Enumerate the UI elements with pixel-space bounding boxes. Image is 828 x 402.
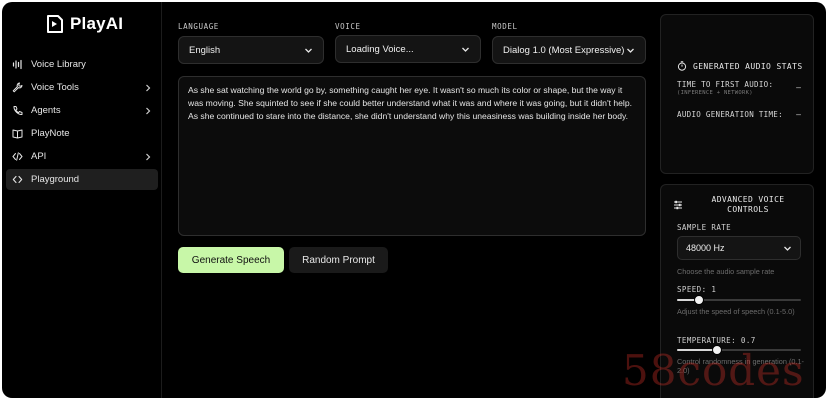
- sidebar-item-voice-library[interactable]: Voice Library: [6, 54, 158, 75]
- chevron-right-icon: [146, 107, 151, 114]
- model-select[interactable]: Dialog 1.0 (Most Expressive): [492, 36, 646, 64]
- temperature-help: Control randomness in generation (0.1-2.…: [677, 357, 804, 375]
- generation-time-value: —: [796, 110, 801, 119]
- language-label: LANGUAGE: [178, 22, 219, 31]
- advanced-controls-header: ADVANCED VOICE CONTROLS: [673, 195, 813, 215]
- playai-logo-icon: [47, 15, 63, 33]
- advanced-title-line2: CONTROLS: [727, 205, 769, 214]
- wrench-icon: [12, 82, 23, 93]
- temperature-slider[interactable]: [677, 344, 801, 356]
- advanced-title-line1: ADVANCED VOICE: [711, 195, 785, 204]
- app-window: PlayAI Voice Library Voice Tools Agents …: [2, 2, 826, 398]
- language-value: English: [189, 44, 221, 56]
- sample-rate-help: Choose the audio sample rate: [677, 267, 775, 276]
- sliders-icon: [674, 200, 682, 210]
- advanced-controls-title: ADVANCED VOICE CONTROLS: [683, 195, 813, 215]
- audio-stats-panel: GENERATED AUDIO STATS TIME TO FIRST AUDI…: [660, 14, 814, 174]
- sample-rate-label: SAMPLE RATE: [677, 223, 732, 232]
- model-label: MODEL: [492, 22, 518, 31]
- chevron-right-icon: [146, 153, 151, 160]
- stopwatch-icon: [677, 61, 687, 71]
- sidebar-item-label: Playground: [31, 174, 80, 185]
- sidebar-item-label: Agents: [31, 105, 61, 116]
- sample-rate-select[interactable]: 48000 Hz: [677, 236, 801, 260]
- prompt-textarea[interactable]: As she sat watching the world go by, som…: [178, 76, 646, 236]
- chevron-down-icon: [305, 48, 312, 53]
- sample-rate-value: 48000 Hz: [686, 243, 725, 253]
- sidebar-item-label: Voice Library: [31, 59, 86, 70]
- voice-select[interactable]: Loading Voice...: [335, 35, 481, 63]
- book-icon: [12, 128, 23, 139]
- sidebar-item-agents[interactable]: Agents: [6, 100, 158, 121]
- voice-value: Loading Voice...: [346, 43, 414, 55]
- sidebar-nav: Voice Library Voice Tools Agents PlayNot…: [6, 54, 158, 192]
- chevron-down-icon: [462, 47, 469, 52]
- chevron-right-icon: [146, 84, 151, 91]
- generation-time-label: AUDIO GENERATION TIME:: [677, 110, 783, 119]
- speed-help: Adjust the speed of speech (0.1-5.0): [677, 307, 795, 316]
- brand-logo[interactable]: PlayAI: [44, 14, 123, 34]
- sidebar-item-api[interactable]: API: [6, 146, 158, 167]
- sidebar-item-label: API: [31, 151, 47, 162]
- sidebar-item-voice-tools[interactable]: Voice Tools: [6, 77, 158, 98]
- model-value: Dialog 1.0 (Most Expressive): [503, 44, 625, 56]
- ttfa-sublabel: (INFERENCE + NETWORK): [677, 90, 753, 96]
- ttfa-value: —: [796, 83, 801, 92]
- sidebar-item-playground[interactable]: Playground: [6, 169, 158, 190]
- generate-speech-button[interactable]: Generate Speech: [178, 247, 284, 273]
- sidebar-item-label: Voice Tools: [31, 82, 79, 93]
- temperature-slider-fill: [677, 349, 717, 351]
- audio-stats-title-text: GENERATED AUDIO STATS: [693, 61, 803, 71]
- chevron-down-icon: [627, 48, 634, 53]
- code-icon: [12, 151, 23, 162]
- brand-name: PlayAI: [70, 14, 124, 33]
- sidebar: PlayAI Voice Library Voice Tools Agents …: [2, 2, 162, 398]
- brackets-icon: [12, 174, 23, 185]
- waveform-icon: [12, 59, 23, 70]
- speed-label: SPEED: 1: [677, 285, 717, 294]
- speed-slider-thumb[interactable]: [694, 295, 705, 305]
- voice-label: VOICE: [335, 22, 361, 31]
- advanced-controls-panel: ADVANCED VOICE CONTROLS SAMPLE RATE 4800…: [660, 184, 814, 398]
- audio-stats-title: GENERATED AUDIO STATS: [677, 61, 803, 71]
- phone-icon: [12, 105, 23, 116]
- sidebar-item-label: PlayNote: [31, 128, 70, 139]
- temperature-slider-thumb[interactable]: [711, 345, 722, 355]
- sidebar-item-playnote[interactable]: PlayNote: [6, 123, 158, 144]
- ttfa-label: TIME TO FIRST AUDIO:: [677, 80, 774, 89]
- language-select[interactable]: English: [178, 36, 324, 64]
- random-prompt-button[interactable]: Random Prompt: [289, 247, 388, 273]
- speed-slider[interactable]: [677, 294, 801, 306]
- chevron-down-icon: [784, 246, 791, 251]
